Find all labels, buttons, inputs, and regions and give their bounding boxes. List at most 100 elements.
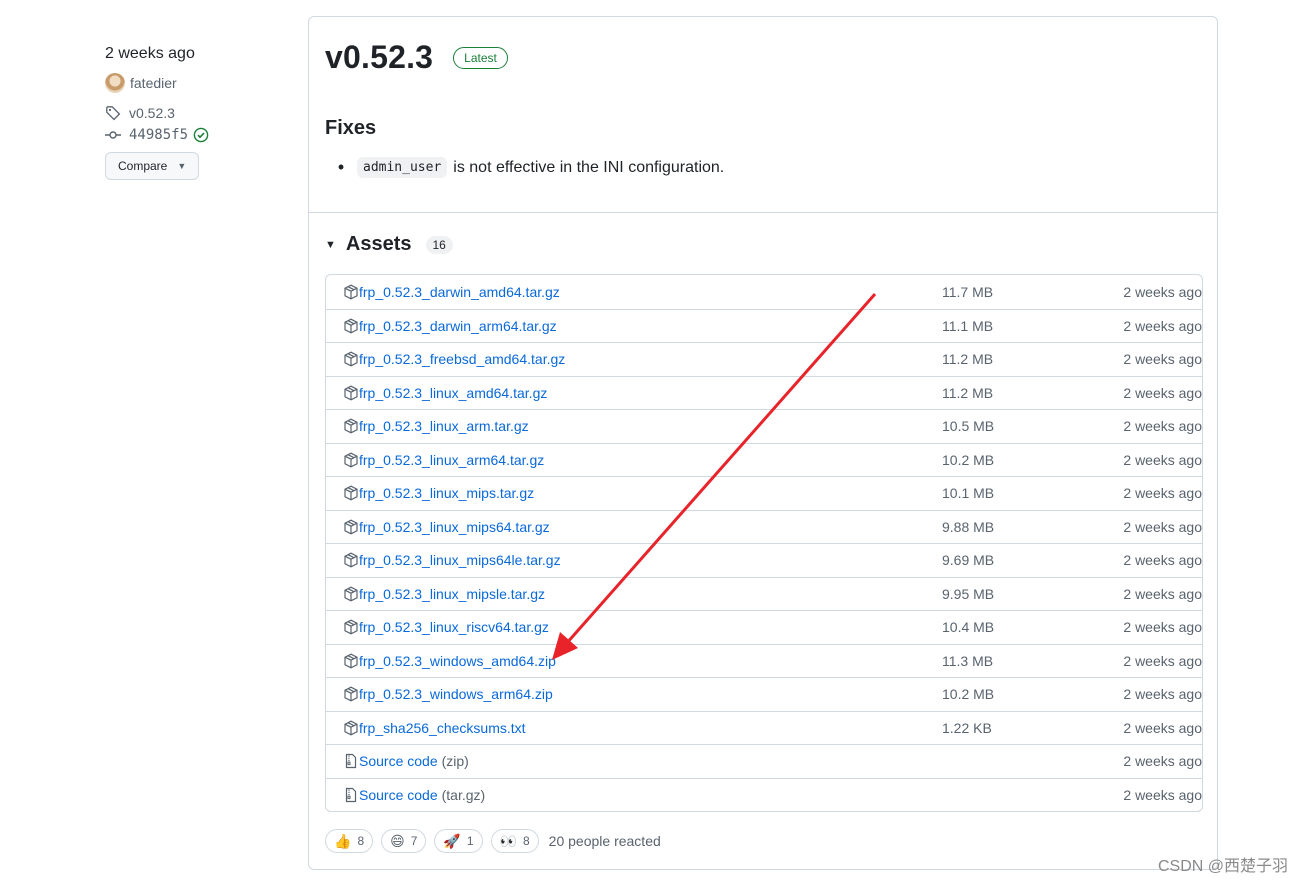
asset-download-link[interactable]: frp_0.52.3_linux_arm64.tar.gz (359, 452, 942, 468)
verified-check-icon[interactable] (193, 127, 209, 143)
asset-date: 2 weeks ago (1123, 384, 1202, 401)
asset-download-link[interactable]: frp_0.52.3_darwin_amd64.tar.gz (359, 284, 942, 300)
reaction-count: 7 (410, 834, 418, 848)
source-code-link[interactable]: Source code (zip) (359, 753, 942, 769)
asset-row: frp_0.52.3_darwin_amd64.tar.gz 11.7 MB 2 w… (326, 275, 1202, 309)
asset-download-link[interactable]: frp_0.52.3_freebsd_amd64.tar.gz (359, 351, 942, 367)
asset-download-link[interactable]: frp_0.52.3_windows_arm64.zip (359, 686, 942, 702)
asset-size: 10.4 MB (942, 619, 995, 636)
asset-row: frp_0.52.3_freebsd_amd64.tar.gz 11.2 MB 2 … (326, 342, 1202, 376)
package-icon (344, 485, 358, 501)
reaction-button[interactable]: 😄 7 (381, 829, 427, 853)
source-code-format: (tar.gz) (441, 786, 486, 803)
asset-size: 10.1 MB (942, 485, 995, 502)
package-icon (344, 720, 358, 736)
asset-row: frp_0.52.3_linux_arm64.tar.gz 10.2 MB 2 we… (326, 442, 1202, 477)
asset-date: 2 weeks ago (1123, 317, 1202, 334)
asset-date: 2 weeks ago (1123, 283, 1202, 300)
fix-text: is not effective in the INI configuratio… (453, 158, 725, 176)
author-name[interactable]: fatedier (130, 75, 177, 91)
package-icon (344, 318, 358, 334)
assets-heading: Assets (345, 233, 412, 255)
asset-row: frp_0.52.3_linux_mipsle.tar.gz 9.95 MB 2 w… (326, 576, 1202, 611)
asset-download-link[interactable]: frp_0.52.3_linux_mips.tar.gz (359, 485, 942, 501)
reaction-emoji-icon: 🚀 (443, 832, 461, 849)
author-link[interactable]: fatedier (105, 72, 285, 94)
latest-badge: Latest (453, 46, 508, 69)
asset-download-link[interactable]: frp_0.52.3_windows_amd64.zip (359, 653, 942, 669)
triangle-down-icon: ▼ (325, 238, 336, 251)
asset-size: 10.5 MB (942, 418, 995, 435)
asset-row: frp_0.52.3_linux_arm.tar.gz 10.5 MB 2 week… (326, 409, 1202, 443)
package-icon (344, 385, 358, 401)
asset-date: 2 weeks ago (1123, 686, 1202, 703)
commit-link[interactable]: 44985f5 (105, 124, 285, 146)
compare-label: Compare (118, 159, 168, 173)
asset-row: frp_0.52.3_linux_mips64.tar.gz 9.88 MB 2 w… (326, 509, 1202, 544)
asset-date: 2 weeks ago (1123, 719, 1202, 736)
asset-size: 11.1 MB (942, 317, 994, 334)
asset-row: frp_0.52.3_linux_mips64le.tar.gz 9.69 MB 2… (326, 543, 1202, 577)
reaction-emoji-icon: 😄 (390, 832, 405, 849)
asset-date: 2 weeks ago (1123, 485, 1202, 502)
asset-download-link[interactable]: frp_0.52.3_linux_arm.tar.gz (359, 418, 942, 434)
package-icon (344, 418, 358, 434)
source-code-label: Source code (359, 786, 438, 803)
asset-date: 2 weeks ago (1123, 451, 1202, 468)
reactions-summary[interactable]: 20 people reacted (549, 833, 661, 849)
compare-button[interactable]: Compare ▼ (105, 152, 200, 180)
asset-size: 11.2 MB (942, 384, 994, 401)
asset-date: 2 weeks ago (1123, 652, 1202, 669)
asset-download-link[interactable]: frp_0.52.3_linux_amd64.tar.gz (359, 385, 942, 401)
asset-date: 2 weeks ago (1123, 418, 1202, 435)
avatar[interactable] (105, 73, 125, 93)
source-code-link[interactable]: Source code (tar.gz) (359, 787, 942, 803)
asset-row: frp_0.52.3_windows_amd64.zip 11.3 MB 2 wee… (326, 643, 1202, 678)
reaction-button[interactable]: 🚀 1 (434, 829, 483, 853)
package-icon (344, 519, 358, 535)
git-commit-icon (105, 131, 121, 139)
asset-row: frp_0.52.3_linux_mips.tar.gz 10.1 MB 2 wee… (326, 476, 1202, 510)
source-code-format: (zip) (441, 753, 469, 770)
asset-row: frp_0.52.3_linux_amd64.tar.gz 11.2 MB 2 we… (326, 375, 1202, 410)
package-icon (344, 619, 358, 635)
asset-size: 11.2 MB (942, 351, 994, 368)
tag-name[interactable]: v0.52.3 (129, 105, 175, 121)
asset-row: frp_0.52.3_linux_riscv64.tar.gz 10.4 MB 2 … (326, 610, 1202, 644)
asset-list: frp_0.52.3_darwin_amd64.tar.gz 11.7 MB 2 w… (325, 274, 1203, 812)
release-card: v0.52.3 Latest Fixes • admin_user is not… (308, 16, 1218, 870)
asset-size: 10.2 MB (942, 451, 995, 468)
asset-row: frp_0.52.3_darwin_arm64.tar.gz 11.1 MB 2 w… (326, 308, 1202, 343)
inline-code: admin_user (357, 157, 448, 178)
release-title[interactable]: v0.52.3 (325, 39, 433, 76)
asset-date: 2 weeks ago (1123, 585, 1202, 602)
release-title-row: v0.52.3 Latest (325, 39, 508, 76)
asset-download-link[interactable]: frp_0.52.3_linux_mips64.tar.gz (359, 519, 942, 535)
asset-download-link[interactable]: frp_0.52.3_linux_mips64le.tar.gz (359, 552, 942, 568)
tag-link[interactable]: v0.52.3 (105, 102, 285, 124)
asset-date: 2 weeks ago (1123, 753, 1202, 770)
asset-download-link[interactable]: frp_0.52.3_linux_mipsle.tar.gz (359, 586, 942, 602)
asset-size: 1.22 KB (942, 719, 992, 736)
asset-download-link[interactable]: frp_0.52.3_linux_riscv64.tar.gz (359, 619, 942, 635)
reactions-bar: 👍 8 😄 7 🚀 1 👀 8 20 people reacted (325, 829, 661, 853)
release-meta: 2 weeks ago fatedier v0.52.3 44985f5 Com… (105, 42, 285, 180)
source-code-row: Source code (tar.gz) 2 weeks ago (326, 777, 1202, 812)
asset-row: frp_0.52.3_windows_arm64.zip 10.2 MB 2 wee… (326, 677, 1202, 711)
asset-size: 9.69 MB (942, 552, 995, 569)
asset-download-link[interactable]: frp_0.52.3_darwin_arm64.tar.gz (359, 318, 942, 334)
assets-toggle[interactable]: ▼ Assets 16 (325, 233, 453, 256)
asset-download-link[interactable]: frp_sha256_checksums.txt (359, 720, 942, 736)
asset-date: 2 weeks ago (1123, 351, 1202, 368)
reaction-count: 8 (357, 834, 365, 848)
asset-size: 9.88 MB (942, 518, 995, 535)
package-icon (344, 452, 358, 468)
reaction-button[interactable]: 👍 8 (325, 829, 374, 853)
release-header: v0.52.3 Latest Fixes • admin_user is not… (309, 17, 1217, 213)
package-icon (344, 552, 358, 568)
package-icon (344, 653, 358, 669)
commit-sha[interactable]: 44985f5 (129, 127, 188, 143)
package-icon (344, 586, 358, 602)
bullet: • (337, 157, 345, 177)
reaction-button[interactable]: 👀 8 (490, 829, 539, 853)
